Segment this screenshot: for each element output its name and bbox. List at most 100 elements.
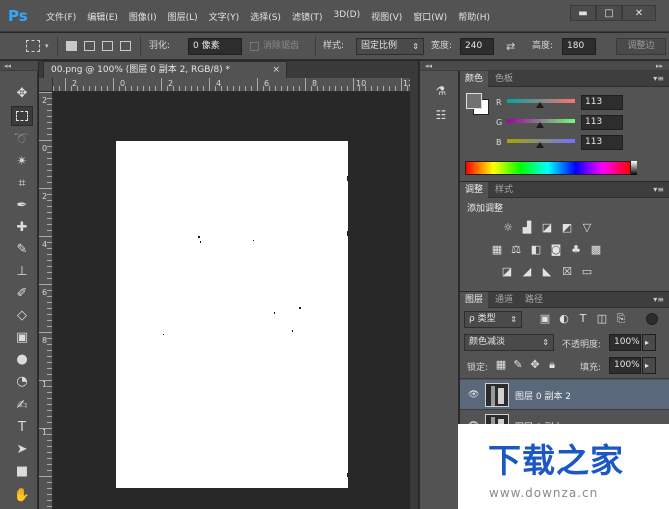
fill-dropdown-arrow-icon[interactable]: ▸ — [642, 357, 656, 374]
blue-value-input[interactable]: 113 — [581, 135, 623, 150]
photo-filter-icon[interactable]: ◙ — [549, 244, 563, 256]
color-lookup-icon[interactable]: ▩ — [589, 244, 603, 256]
intersect-selection-icon[interactable] — [120, 41, 131, 51]
marquee-preset-icon[interactable] — [26, 40, 40, 52]
brush-tool-icon[interactable]: ✎ — [11, 239, 33, 259]
menu-help[interactable]: 帮助(H) — [458, 10, 490, 23]
blur-tool-icon[interactable]: ● — [11, 349, 33, 369]
black-white-ramp[interactable] — [631, 161, 637, 175]
exposure-icon[interactable]: ◩ — [560, 222, 574, 234]
red-slider-knob[interactable] — [536, 102, 544, 108]
path-selection-tool-icon[interactable]: ➤ — [11, 439, 33, 459]
menu-select[interactable]: 选择(S) — [250, 10, 281, 23]
tab-paths[interactable]: 路径 — [520, 292, 548, 308]
antialias-checkbox[interactable] — [250, 42, 259, 51]
curves-icon[interactable]: ◪ — [540, 222, 554, 234]
minimize-button[interactable]: ▬ — [570, 5, 596, 21]
hue-saturation-icon[interactable]: ▦ — [490, 244, 504, 256]
refine-edge-button[interactable]: 调整边 — [616, 38, 666, 55]
menu-edit[interactable]: 编辑(E) — [87, 10, 118, 23]
menu-layer[interactable]: 图层(L) — [168, 10, 198, 23]
width-input[interactable]: 240 — [460, 38, 494, 55]
lock-transparent-icon[interactable]: ▦ — [494, 359, 508, 371]
horizontal-ruler[interactable]: 2 0 2 4 6 8 10 12 — [53, 78, 418, 92]
clone-stamp-tool-icon[interactable]: ⊥ — [11, 261, 33, 281]
black-white-icon[interactable]: ◧ — [529, 244, 543, 256]
channel-mixer-icon[interactable]: ♣ — [569, 244, 583, 256]
tools-grip[interactable]: ◂◂ — [0, 61, 38, 71]
new-selection-icon[interactable] — [66, 41, 77, 51]
blue-slider-knob[interactable] — [536, 142, 544, 148]
lasso-tool-icon[interactable]: ➰ — [11, 129, 33, 149]
red-value-input[interactable]: 113 — [581, 95, 623, 110]
close-button[interactable]: ✕ — [622, 5, 656, 21]
document-tab[interactable]: 00.png @ 100% (图层 0 副本 2, RGB/8) * × — [43, 61, 287, 78]
filter-smart-object-icon[interactable]: ⎘ — [614, 313, 628, 325]
gradient-map-icon[interactable]: ☒ — [560, 266, 574, 278]
vertical-ruler[interactable]: 2 0 2 4 6 8 1 1 — [39, 92, 53, 509]
tab-color[interactable]: 颜色 — [460, 71, 489, 87]
preset-dropdown-arrow-icon[interactable]: ▾ — [45, 38, 49, 55]
tab-styles[interactable]: 样式 — [490, 182, 518, 198]
blend-mode-select[interactable]: 颜色减淡 ⇕ — [464, 334, 554, 351]
lock-image-icon[interactable]: ✎ — [511, 359, 525, 371]
menu-filter[interactable]: 滤镜(T) — [292, 10, 323, 23]
threshold-icon[interactable]: ◣ — [540, 266, 554, 278]
history-panel-icon[interactable]: ⚗ — [433, 83, 449, 99]
magic-wand-tool-icon[interactable]: ✴ — [11, 151, 33, 171]
tab-adjustments[interactable]: 调整 — [460, 182, 489, 198]
height-input[interactable]: 180 — [562, 38, 596, 55]
ruler-origin[interactable] — [39, 78, 53, 92]
filter-toggle[interactable] — [646, 313, 658, 325]
type-tool-icon[interactable]: T — [11, 417, 33, 437]
swap-dimensions-icon[interactable]: ⇄ — [506, 38, 515, 55]
invert-icon[interactable]: ◪ — [500, 266, 514, 278]
shape-tool-icon[interactable]: ■ — [11, 461, 33, 481]
vibrance-icon[interactable]: ▽ — [580, 222, 594, 234]
collapse-panels-icon[interactable]: ▸▸ — [656, 61, 663, 71]
history-brush-tool-icon[interactable]: ✐ — [11, 283, 33, 303]
eraser-tool-icon[interactable]: ◇ — [11, 305, 33, 325]
menu-view[interactable]: 视图(V) — [371, 10, 402, 23]
filter-type-icon[interactable]: T — [576, 313, 590, 325]
subtract-selection-icon[interactable] — [102, 41, 113, 51]
color-balance-icon[interactable]: ⚖ — [509, 244, 523, 256]
menu-image[interactable]: 图像(I) — [129, 10, 157, 23]
eyedropper-tool-icon[interactable]: ✒ — [11, 195, 33, 215]
foreground-color-swatch[interactable] — [466, 93, 482, 109]
feather-input[interactable]: 0 像素 — [188, 38, 242, 55]
filter-pixel-icon[interactable]: ▣ — [538, 313, 552, 325]
canvas-scrollbar[interactable] — [410, 78, 418, 509]
tab-channels[interactable]: 通道 — [490, 292, 518, 308]
marquee-tool-icon[interactable] — [11, 106, 33, 126]
green-value-input[interactable]: 113 — [581, 115, 623, 130]
opacity-input[interactable]: 100% — [609, 334, 641, 351]
panel-menu-icon[interactable]: ▾≡ — [653, 74, 664, 83]
posterize-icon[interactable]: ◢ — [520, 266, 534, 278]
icon-column-grip[interactable]: ◂◂ — [420, 61, 460, 71]
filter-shape-icon[interactable]: ◫ — [595, 313, 609, 325]
menu-window[interactable]: 窗口(W) — [413, 10, 447, 23]
gradient-tool-icon[interactable]: ▣ — [11, 327, 33, 347]
levels-icon[interactable]: ▟ — [520, 222, 534, 234]
add-to-selection-icon[interactable] — [84, 41, 95, 51]
dodge-tool-icon[interactable]: ◔ — [11, 371, 33, 391]
fill-input[interactable]: 100% — [609, 357, 641, 374]
brightness-contrast-icon[interactable]: ☼ — [501, 222, 515, 234]
maximize-button[interactable]: □ — [596, 5, 622, 21]
pen-tool-icon[interactable]: ✍ — [11, 395, 33, 415]
filter-adjustment-icon[interactable]: ◐ — [557, 313, 571, 325]
green-slider-knob[interactable] — [536, 122, 544, 128]
style-select[interactable]: 固定比例 ⇕ — [356, 38, 424, 55]
move-tool-icon[interactable]: ✥ — [11, 83, 33, 103]
menu-type[interactable]: 文字(Y) — [209, 10, 240, 23]
right-panels-grip[interactable]: ▸▸ — [460, 61, 669, 71]
layer-visibility-eye-icon[interactable]: 👁︎ — [468, 390, 479, 400]
crop-tool-icon[interactable]: ⌗ — [11, 173, 33, 193]
properties-panel-icon[interactable]: ☷ — [433, 107, 449, 123]
close-tab-icon[interactable]: × — [272, 62, 280, 78]
menu-file[interactable]: 文件(F) — [46, 10, 76, 23]
panel-menu-icon[interactable]: ▾≡ — [653, 295, 664, 304]
color-spectrum-bar[interactable] — [465, 161, 631, 175]
menu-3d[interactable]: 3D(D) — [333, 10, 360, 23]
